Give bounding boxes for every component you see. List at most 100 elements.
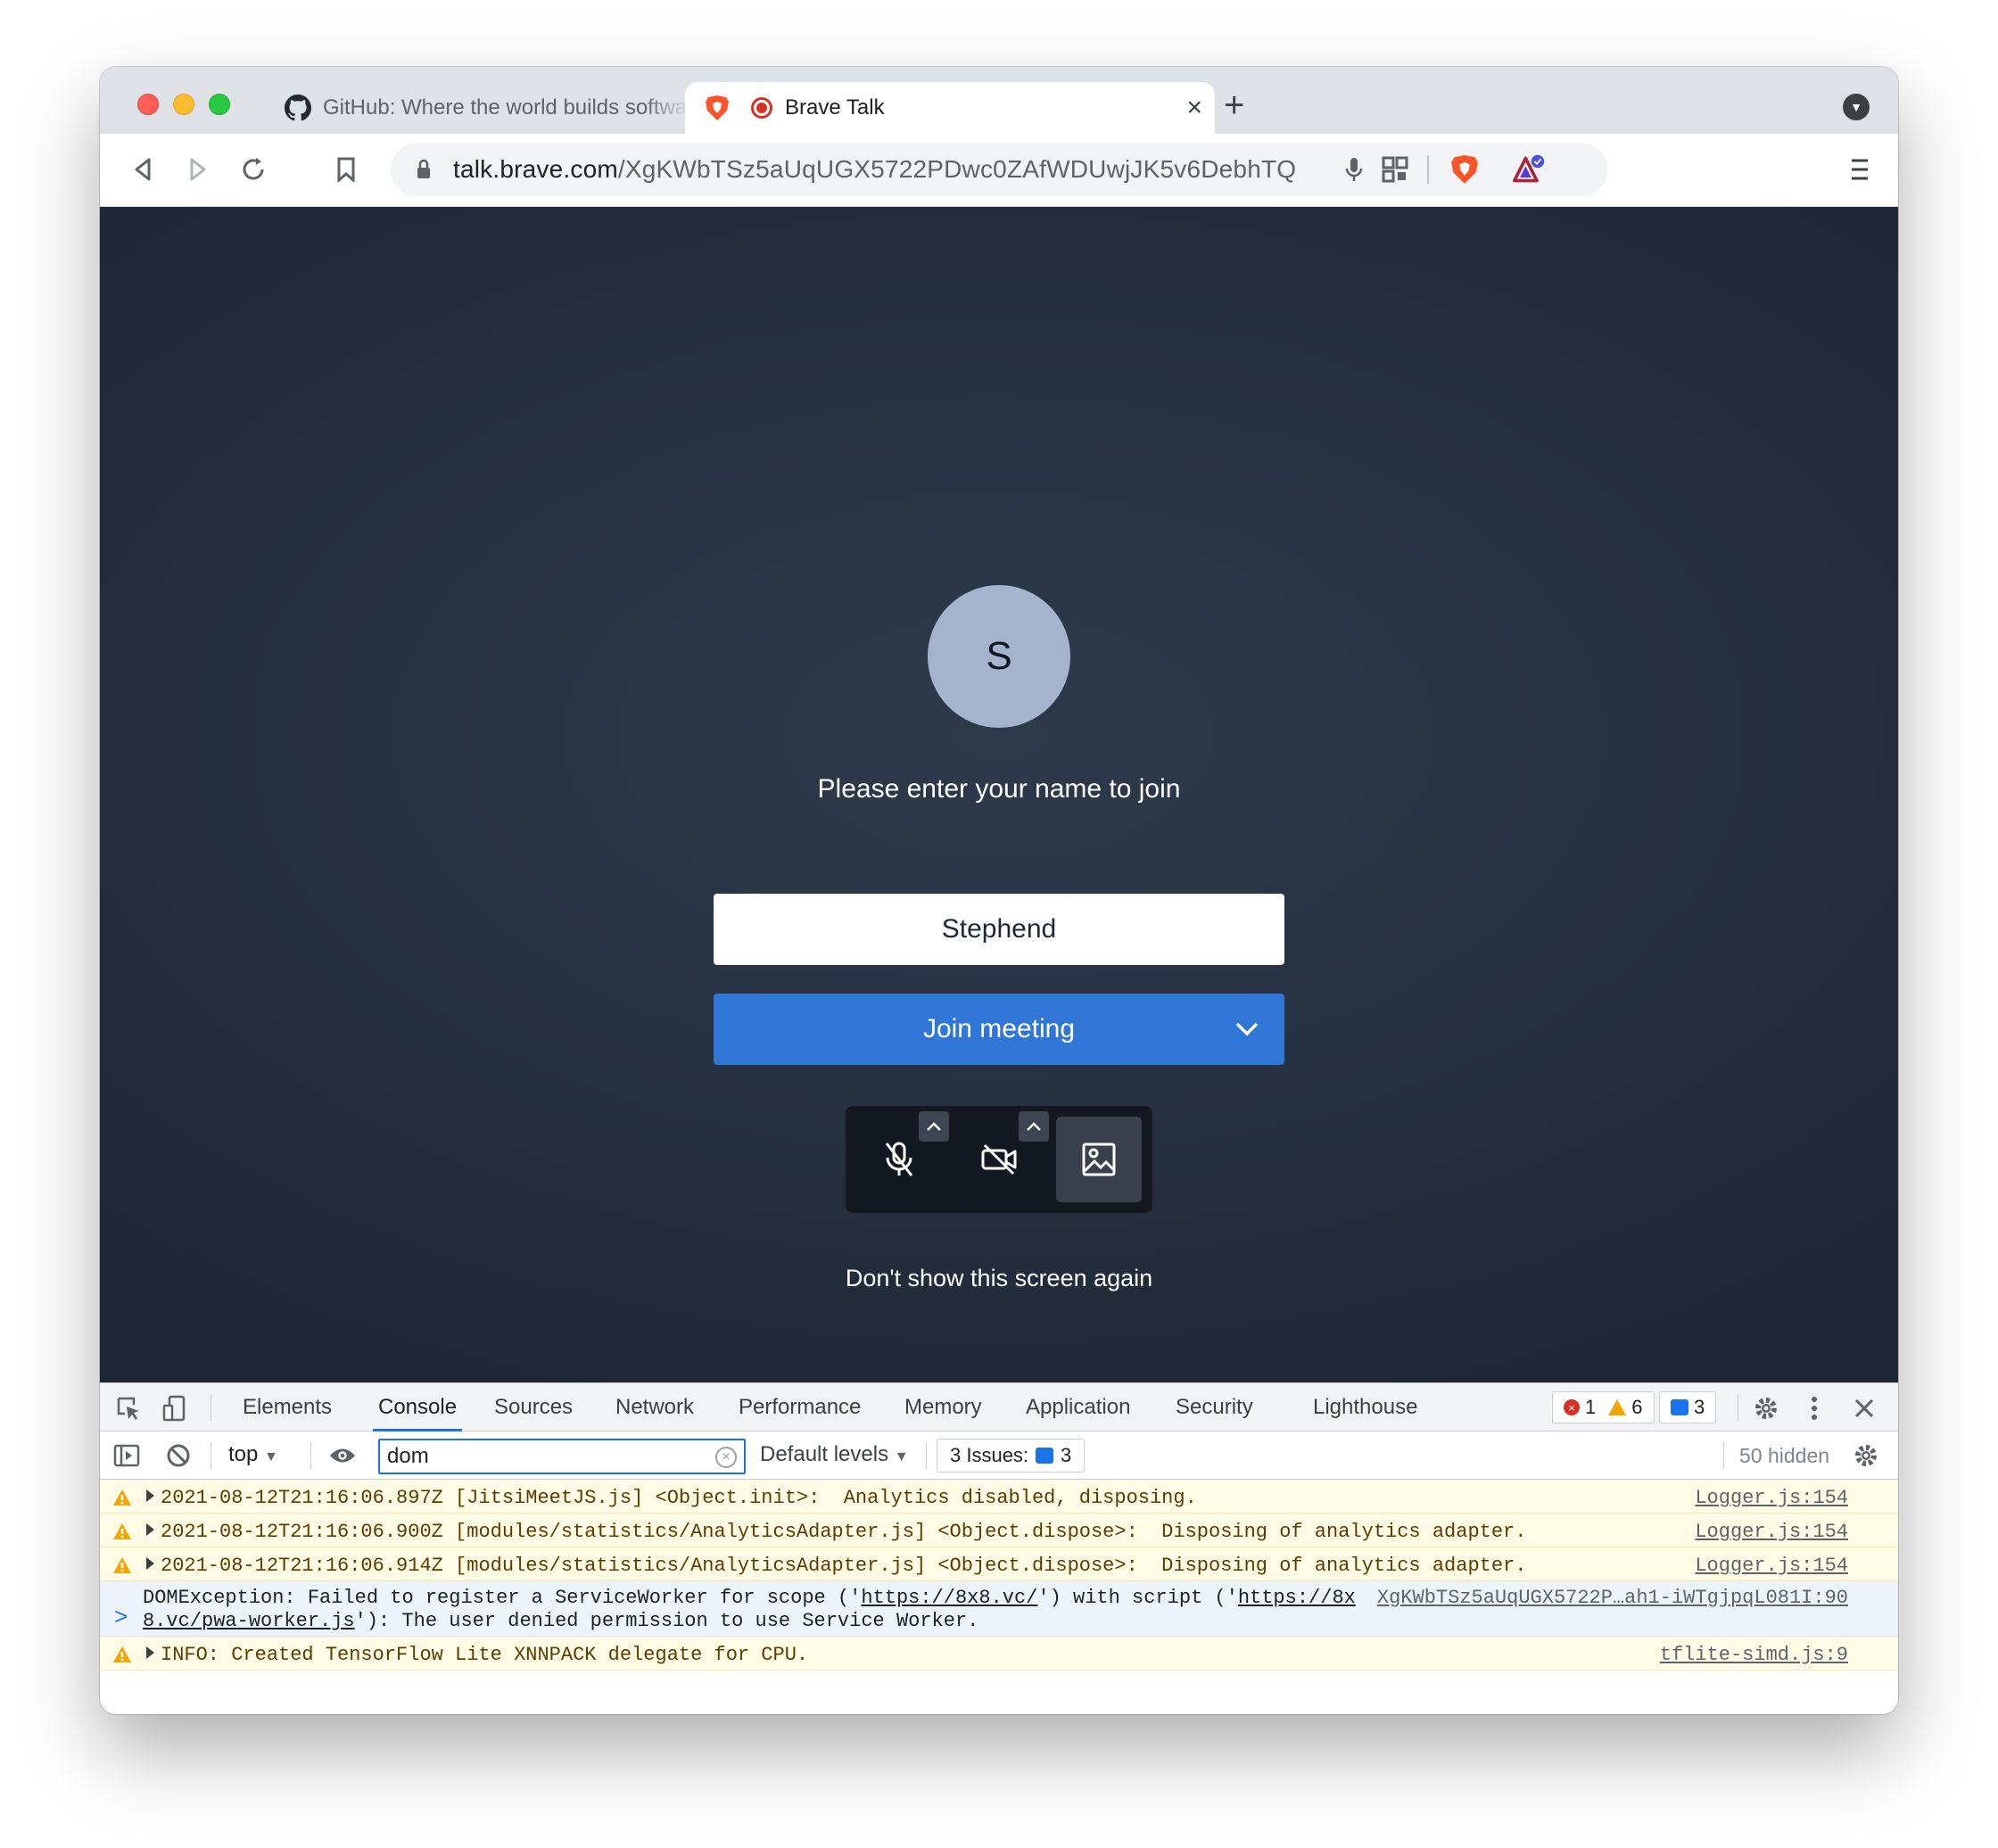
expand-caret-icon[interactable] [146, 1489, 154, 1502]
browser-toolbar: talk.brave.com/XgKWbTSz5aUqUGX5722PDwc0Z… [100, 134, 1898, 207]
tab-network[interactable]: Network [615, 1383, 694, 1431]
log-levels-label: Default levels [760, 1442, 889, 1466]
expand-caret-icon[interactable] [146, 1646, 154, 1659]
console-settings-gear-icon[interactable] [1852, 1441, 1880, 1470]
microphone-options-chevron-up-icon[interactable] [919, 1111, 949, 1142]
message-counter[interactable]: 3 [1659, 1391, 1717, 1423]
log-text-part: ') with script (' [1037, 1587, 1238, 1609]
log-levels-dropdown[interactable]: Default levels ▼ [760, 1442, 909, 1467]
prejoin-screen: S Please enter your name to join Join me… [100, 207, 1898, 1382]
live-expression-eye-icon[interactable] [328, 1441, 357, 1470]
microphone-icon[interactable] [1338, 153, 1370, 186]
tab-brave-talk[interactable]: Brave Talk × [685, 82, 1215, 134]
tab-console[interactable]: Console [373, 1383, 463, 1431]
tab-strip: GitHub: Where the world builds software … [100, 67, 1898, 134]
close-tab-icon[interactable]: × [1186, 93, 1202, 123]
hidden-messages-count: 50 hidden [1739, 1444, 1830, 1467]
close-window-button[interactable] [137, 94, 159, 115]
dont-show-again-link[interactable]: Don't show this screen again [100, 1265, 1898, 1292]
expand-caret-icon[interactable] [146, 1523, 154, 1536]
address-bar[interactable]: talk.brave.com/XgKWbTSz5aUqUGX5722PDwc0Z… [391, 143, 1607, 196]
log-row-warning[interactable]: 2021-08-12T21:16:06.914Z [modules/statis… [100, 1547, 1898, 1581]
menu-icon[interactable] [1850, 157, 1870, 186]
tab-search-icon[interactable]: ▼ [1843, 94, 1870, 120]
log-message: INFO: Created TensorFlow Lite XNNPACK de… [161, 1644, 809, 1666]
warning-icon [112, 1489, 132, 1513]
tab-elements[interactable]: Elements [243, 1383, 332, 1431]
new-tab-button[interactable]: + [1224, 87, 1244, 123]
console-prompt[interactable]: > [114, 1605, 128, 1631]
display-name-input[interactable] [714, 894, 1284, 965]
show-sidebar-icon[interactable] [112, 1441, 141, 1470]
devtools-tab-bar: Elements Console Sources Network Perform… [100, 1383, 1898, 1431]
log-row-warning[interactable]: 2021-08-12T21:16:06.897Z [JitsiMeetJS.js… [100, 1480, 1898, 1514]
settings-gear-icon[interactable] [1752, 1394, 1780, 1423]
log-source-link[interactable]: Logger.js:154 [1695, 1555, 1848, 1577]
back-icon[interactable] [125, 152, 161, 187]
tab-security[interactable]: Security [1176, 1383, 1253, 1431]
log-row-info[interactable]: DOMException: Failed to register a Servi… [100, 1581, 1898, 1637]
error-count: 1 [1585, 1396, 1597, 1418]
log-message: 2021-08-12T21:16:06.900Z [modules/statis… [161, 1521, 1527, 1543]
expand-caret-icon[interactable] [146, 1557, 154, 1570]
issues-label: 3 Issues: [950, 1444, 1029, 1466]
forward-icon[interactable] [180, 152, 216, 187]
recording-icon [751, 97, 772, 119]
lock-icon [416, 159, 432, 185]
tab-lighthouse[interactable]: Lighthouse [1313, 1383, 1417, 1431]
tab-brave-talk-title: Brave Talk [785, 95, 885, 120]
tab-memory[interactable]: Memory [904, 1383, 982, 1431]
console-filter-bar: top ▼ × Default levels ▼ 3 Issues: 3 50 … [100, 1431, 1898, 1480]
more-options-icon[interactable] [1800, 1394, 1829, 1423]
join-meeting-label: Join meeting [922, 1014, 1076, 1044]
join-prompt: Please enter your name to join [817, 774, 1181, 804]
log-source-link[interactable]: tflite-simd.js:9 [1660, 1644, 1848, 1666]
error-warning-counter[interactable]: × 1 6 [1552, 1391, 1655, 1423]
script-url-link[interactable]: https://8x [1238, 1587, 1356, 1609]
log-text-part: DOMException: Failed to register a Servi… [143, 1587, 862, 1609]
tab-sources[interactable]: Sources [494, 1383, 573, 1431]
log-row-warning[interactable]: INFO: Created TensorFlow Lite XNNPACK de… [100, 1637, 1898, 1671]
warning-icon [1608, 1399, 1627, 1415]
virtual-background-icon[interactable] [1056, 1117, 1142, 1202]
log-row-warning[interactable]: 2021-08-12T21:16:06.900Z [modules/statis… [100, 1514, 1898, 1547]
close-devtools-icon[interactable] [1850, 1394, 1878, 1423]
inspect-element-icon[interactable] [114, 1394, 143, 1423]
camera-options-chevron-up-icon[interactable] [1019, 1111, 1049, 1142]
url-host: talk.brave.com [453, 155, 618, 183]
join-meeting-button[interactable]: Join meeting [714, 994, 1284, 1065]
context-selector[interactable]: top ▼ [228, 1442, 278, 1467]
issues-button[interactable]: 3 Issues: 3 [937, 1439, 1086, 1473]
clear-filter-icon[interactable]: × [715, 1447, 737, 1468]
log-message: 2021-08-12T21:16:06.914Z [modules/statis… [161, 1555, 1527, 1577]
minimize-window-button[interactable] [173, 94, 194, 115]
device-toolbar-icon[interactable] [161, 1394, 189, 1423]
address-bar-divider [1427, 155, 1429, 184]
chevron-down-icon[interactable] [1231, 1013, 1263, 1045]
devtools-panel: Elements Console Sources Network Perform… [100, 1382, 1898, 1714]
scope-url-link[interactable]: https://8x8.vc/ [861, 1587, 1037, 1609]
console-filter-input[interactable] [378, 1439, 746, 1474]
clear-console-icon[interactable] [164, 1441, 193, 1470]
reload-icon[interactable] [235, 152, 271, 187]
tab-performance[interactable]: Performance [739, 1383, 861, 1431]
log-source-link[interactable]: XgKWbTSz5aUqUGX5722P…ah1-iWTgjpqL081I:90 [1377, 1587, 1848, 1609]
zoom-window-button[interactable] [209, 94, 230, 115]
dropdown-arrow-icon: ▼ [264, 1449, 278, 1464]
error-icon: × [1564, 1399, 1580, 1415]
github-icon [284, 94, 312, 122]
url-text: talk.brave.com/XgKWbTSz5aUqUGX5722PDwc0Z… [453, 155, 1296, 184]
brave-shields-icon[interactable] [1449, 153, 1481, 186]
avatar: S [928, 585, 1070, 728]
brave-rewards-icon[interactable] [1513, 153, 1545, 186]
script-url-link-continued[interactable]: 8.vc/pwa-worker.js [143, 1610, 355, 1632]
tab-application[interactable]: Application [1026, 1383, 1130, 1431]
qr-code-icon[interactable] [1379, 153, 1411, 186]
warning-icon [112, 1556, 132, 1580]
log-source-link[interactable]: Logger.js:154 [1695, 1487, 1848, 1509]
message-count: 3 [1694, 1396, 1705, 1418]
warning-icon [112, 1522, 132, 1547]
log-source-link[interactable]: Logger.js:154 [1695, 1521, 1848, 1543]
log-message: DOMException: Failed to register a Servi… [143, 1587, 1356, 1633]
bookmark-icon[interactable] [328, 152, 364, 187]
